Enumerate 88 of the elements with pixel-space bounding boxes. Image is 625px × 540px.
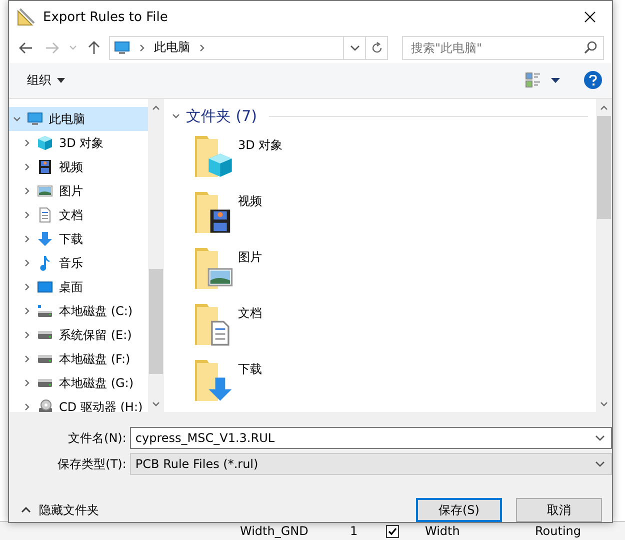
chevron-icon[interactable] — [23, 139, 31, 147]
hide-folders-button[interactable]: 隐藏文件夹 — [21, 502, 99, 518]
chevron-up-icon — [152, 104, 160, 112]
caret-icon — [57, 78, 65, 83]
desktop-icon — [37, 279, 53, 295]
tree-item[interactable]: 文档 — [9, 203, 148, 227]
tree-item[interactable]: 系统保留 (E:) — [9, 323, 148, 347]
chevron-icon[interactable] — [23, 259, 31, 267]
folder-icon — [194, 247, 234, 291]
folder-item[interactable]: 文档 — [194, 303, 596, 347]
window-title: Export Rules to File — [43, 10, 169, 24]
scrollbar-thumb[interactable] — [597, 116, 611, 219]
cube-icon — [37, 135, 53, 151]
picture-icon — [37, 183, 53, 199]
film-icon — [37, 159, 53, 175]
chevron-up-icon — [600, 104, 608, 112]
field-label: 文件名(N): — [67, 430, 128, 446]
chevron-icon[interactable] — [23, 283, 31, 291]
up-arrow-icon — [88, 40, 100, 55]
help-button[interactable] — [584, 71, 602, 90]
refresh-icon — [370, 42, 382, 54]
search-field[interactable]: 搜索"此电脑" — [402, 36, 604, 60]
left-arrow-icon — [19, 42, 33, 54]
close-icon — [584, 11, 596, 23]
question-mark-icon — [589, 74, 597, 86]
save-button[interactable]: 保存(S) — [416, 498, 502, 522]
chevron-down-icon[interactable] — [595, 435, 605, 441]
chevron-icon[interactable] — [23, 307, 31, 315]
address-bar[interactable]: 此电脑 — [109, 36, 388, 60]
tree-item[interactable]: 图片 — [9, 179, 148, 203]
caret-icon — [551, 78, 560, 83]
checkbox[interactable] — [386, 524, 399, 538]
chevron-icon[interactable] — [23, 163, 31, 171]
chevron-down-icon — [350, 44, 360, 51]
view-button[interactable] — [525, 72, 560, 88]
document-icon — [37, 207, 53, 223]
tree-item[interactable]: 3D 对象 — [9, 131, 148, 155]
chevron-icon — [172, 112, 180, 120]
chevron-icon[interactable] — [23, 235, 31, 243]
chevron-icon[interactable] — [23, 379, 31, 387]
down-arrow-icon — [37, 231, 53, 247]
table-cell-text: 1 — [350, 524, 359, 538]
tree-item[interactable]: 视频 — [9, 155, 148, 179]
music-note-icon — [37, 255, 53, 271]
table-cell-text: Width_GND — [240, 524, 310, 538]
chevron-down-icon — [152, 400, 160, 408]
search-icon — [584, 40, 597, 54]
chevron-icon[interactable] — [13, 115, 21, 123]
drive-icon — [37, 303, 53, 319]
ruler-icon — [17, 8, 35, 26]
chevron-icon[interactable] — [138, 44, 146, 52]
folder-item[interactable]: 3D 对象 — [194, 135, 596, 179]
computer-icon — [27, 111, 43, 127]
tree-item[interactable]: 此电脑 — [9, 107, 148, 131]
chevron-icon[interactable] — [23, 355, 31, 363]
table-cell-text: Width — [425, 524, 461, 538]
tree-item[interactable]: 音乐 — [9, 251, 148, 275]
computer-icon — [114, 40, 130, 56]
right-arrow-icon — [45, 42, 59, 54]
chevron-icon[interactable] — [23, 211, 31, 219]
folder-icon — [194, 135, 234, 179]
tree-item[interactable]: 本地磁盘 (F:) — [9, 347, 148, 371]
tree-item[interactable]: 本地磁盘 (C:) — [9, 299, 148, 323]
chevron-down-icon — [69, 44, 77, 51]
view-icon — [525, 72, 541, 88]
section-header[interactable]: 文件夹 (7) — [172, 105, 596, 127]
chevron-down-icon — [595, 461, 605, 467]
tree-item[interactable]: 桌面 — [9, 275, 148, 299]
chevron-icon[interactable] — [198, 44, 206, 52]
organize-menu[interactable]: 组织 — [27, 72, 65, 89]
cancel-button[interactable]: 取消 — [516, 498, 602, 522]
file-type-dropdown[interactable]: PCB Rule Files (*.rul) — [130, 453, 612, 475]
tree-item[interactable]: 下载 — [9, 227, 148, 251]
disc-drive-icon — [37, 399, 53, 412]
chevron-icon[interactable] — [23, 187, 31, 195]
filename-field[interactable]: cypress_MSC_V1.3.RUL — [130, 427, 612, 449]
chevron-icon[interactable] — [23, 403, 31, 411]
tree-item[interactable]: 本地磁盘 (G:) — [9, 371, 148, 395]
folder-item[interactable]: 下载 — [194, 359, 596, 403]
chevron-up-icon — [21, 507, 31, 513]
folder-icon — [194, 359, 234, 403]
chevron-down-icon — [600, 400, 608, 408]
field-label: 保存类型(T): — [56, 456, 128, 472]
chevron-icon[interactable] — [23, 331, 31, 339]
folder-item[interactable]: 图片 — [194, 247, 596, 291]
table-cell-text: Routing — [535, 524, 582, 538]
scrollbar-thumb[interactable] — [149, 269, 163, 374]
folder-item[interactable]: 视频 — [194, 191, 596, 235]
